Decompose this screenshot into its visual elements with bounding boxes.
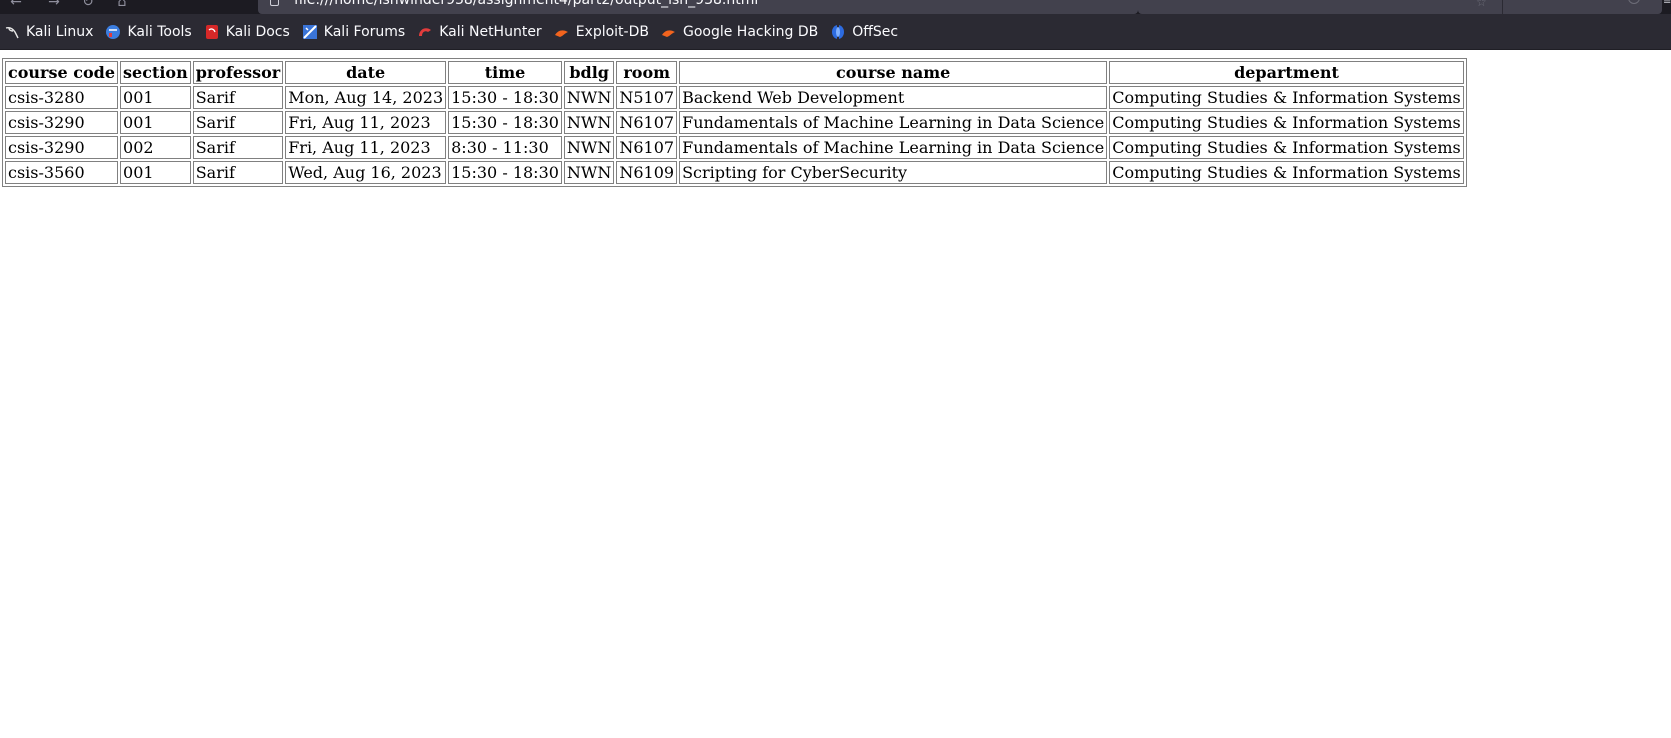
column-header: room [616,61,678,84]
bookmark-label: Exploit-DB [575,23,649,40]
bookmarks-bar: Kali Linux Kali Tools Kali Docs Kali For… [0,14,1671,50]
bookmark-google-hacking-db[interactable]: Google Hacking DB [661,24,818,40]
page-content: course code section professor date time bdlg r… [0,50,1671,195]
table-cell: csis-3280 [5,86,119,109]
home-icon[interactable]: ⌂ [114,0,130,10]
table-cell: Wed, Aug 16, 2023 [285,161,447,184]
table-cell: csis-3290 [5,111,119,134]
table-cell: Sarif [192,111,284,134]
table-cell: csis-3290 [5,136,119,159]
kali-docs-icon [204,24,220,40]
kali-tools-icon [105,24,121,40]
column-header: date [285,61,447,84]
bookmark-label: Kali Linux [26,23,94,40]
google-hacking-db-icon [661,24,677,40]
table-cell: Scripting for CyberSecurity [679,161,1108,184]
bookmark-label: Kali Forums [323,23,406,40]
column-header: section [120,61,191,84]
table-cell: Sarif [192,136,284,159]
bookmark-kali-tools[interactable]: Kali Tools [105,23,192,40]
table-cell: 15:30 - 18:30 [448,161,562,184]
bookmark-label: Kali Tools [127,23,192,40]
table-cell: 001 [120,111,191,134]
column-header: bdlg [563,61,615,84]
table-cell: csis-3560 [5,161,119,184]
bookmark-label: Kali Docs [225,23,290,40]
table-cell: Fri, Aug 11, 2023 [285,111,447,134]
kali-forums-icon [302,24,318,40]
table-cell: 001 [120,86,191,109]
divider [1502,0,1503,14]
menu-icon[interactable]: ≡ [1663,0,1671,7]
table-cell: NWN [563,161,615,184]
table-row: csis-3280 001 Sarif Mon, Aug 14, 2023 15:30 … [5,86,1464,109]
course-schedule-table: course code section professor date time bdlg r… [2,58,1467,187]
url-bar[interactable]: file:///home/ishwinder938/assignment4/pa… [258,0,1138,14]
table-cell: NWN [563,86,615,109]
bookmark-kali-nethunter[interactable]: Kali NetHunter [417,23,542,40]
table-cell: Computing Studies & Information Systems [1109,161,1464,184]
bookmark-label: Kali NetHunter [439,23,542,40]
table-body: csis-3280 001 Sarif Mon, Aug 14, 2023 15:30 … [5,86,1464,184]
url-text: file:///home/ishwinder938/assignment4/pa… [294,0,759,8]
search-bar[interactable]: ☆ [1138,0,1662,14]
table-cell: Sarif [192,86,284,109]
table-cell: 15:30 - 18:30 [448,111,562,134]
table-cell: Computing Studies & Information Systems [1109,136,1464,159]
kali-nethunter-icon [417,24,433,40]
table-cell: Fundamentals of Machine Learning in Data… [679,136,1108,159]
table-row: csis-3560 001 Sarif Wed, Aug 16, 2023 15:30 … [5,161,1464,184]
table-cell: N6109 [616,161,678,184]
table-cell: Fri, Aug 11, 2023 [285,136,447,159]
kali-dragon-icon [4,24,20,40]
table-cell: Mon, Aug 14, 2023 [285,86,447,109]
table-row: csis-3290 001 Sarif Fri, Aug 11, 2023 15:30 … [5,111,1464,134]
bookmark-offsec[interactable]: OffSec [830,24,898,40]
table-cell: Fundamentals of Machine Learning in Data… [679,111,1108,134]
table-cell: 002 [120,136,191,159]
table-cell: N6107 [616,111,678,134]
reload-icon[interactable]: ↻ [80,0,96,10]
bookmark-star-icon[interactable]: ☆ [1476,0,1487,8]
table-cell: NWN [563,136,615,159]
table-cell: N5107 [616,86,678,109]
browser-toolbar: ← → ↻ ⌂ file:///home/ishwinder938/assign… [0,0,1671,14]
table-cell: N6107 [616,136,678,159]
bookmark-label: Google Hacking DB [682,23,819,40]
column-header: time [448,61,562,84]
bookmark-kali-docs[interactable]: Kali Docs [204,24,290,40]
extension-icon[interactable] [1628,0,1640,4]
back-icon[interactable]: ← [8,0,24,10]
table-header-row: course code section professor date time bdlg r… [5,61,1464,84]
bookmark-label: OffSec [852,23,899,40]
table-cell: Sarif [192,161,284,184]
table-cell: 001 [120,161,191,184]
bookmark-exploit-db[interactable]: Exploit-DB [554,24,649,40]
page-icon [270,0,279,6]
column-header: course name [679,61,1108,84]
table-cell: Computing Studies & Information Systems [1109,111,1464,134]
offsec-icon [830,24,846,40]
table-cell: 15:30 - 18:30 [448,86,562,109]
bookmark-kali-forums[interactable]: Kali Forums [302,24,405,40]
table-cell: NWN [563,111,615,134]
bookmark-kali-linux[interactable]: Kali Linux [4,24,93,40]
forward-icon[interactable]: → [46,0,62,10]
table-cell: Backend Web Development [679,86,1108,109]
exploit-db-icon [554,24,570,40]
table-row: csis-3290 002 Sarif Fri, Aug 11, 2023 8:30 -… [5,136,1464,159]
column-header: department [1109,61,1464,84]
column-header: professor [192,61,284,84]
table-cell: 8:30 - 11:30 [448,136,562,159]
table-cell: Computing Studies & Information Systems [1109,86,1464,109]
column-header: course code [5,61,119,84]
